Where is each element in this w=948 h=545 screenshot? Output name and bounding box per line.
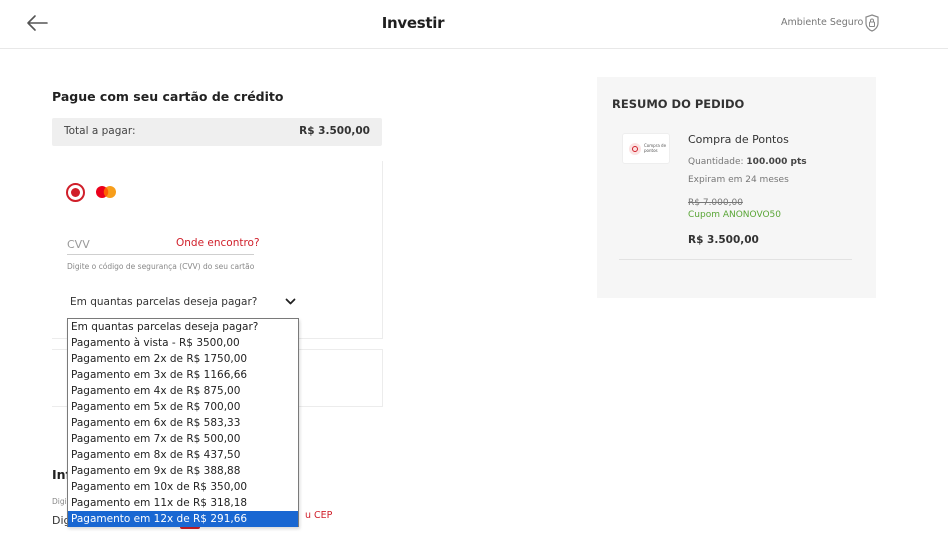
original-price: R$ 7.000,00 [688, 198, 743, 208]
summary-divider [619, 259, 852, 260]
installment-option[interactable]: Pagamento em 7x de R$ 500,00 [68, 431, 298, 447]
info-field-label: Digi [52, 497, 67, 506]
product-name: Compra de Pontos [688, 133, 789, 146]
total-to-pay-bar: Total a pagar: R$ 3.500,00 [52, 118, 382, 146]
thumbnail-text: Compra de pontos [644, 143, 667, 153]
secure-environment-label: Ambiente Seguro [781, 17, 864, 28]
final-price: R$ 3.500,00 [688, 234, 759, 246]
installment-option[interactable]: Pagamento em 9x de R$ 388,88 [68, 463, 298, 479]
installment-option[interactable]: Pagamento em 10x de R$ 350,00 [68, 479, 298, 495]
installment-option[interactable]: Pagamento em 8x de R$ 437,50 [68, 447, 298, 463]
top-header: Investir Ambiente Seguro [0, 0, 948, 49]
installment-option[interactable]: Pagamento em 12x de R$ 291,66 [68, 511, 298, 527]
total-label: Total a pagar: [64, 125, 136, 137]
installment-option[interactable]: Pagamento em 2x de R$ 1750,00 [68, 351, 298, 367]
order-summary-panel: RESUMO DO PEDIDO Compra de pontos Compra… [597, 77, 876, 298]
lock-icon [865, 14, 879, 32]
coupon-label: Cupom ANONOVO50 [688, 210, 782, 220]
installment-option[interactable]: Pagamento em 3x de R$ 1166,66 [68, 367, 298, 383]
installment-option[interactable]: Pagamento em 11x de R$ 318,18 [68, 495, 298, 511]
installment-option[interactable]: Pagamento em 5x de R$ 700,00 [68, 399, 298, 415]
cvv-help-link[interactable]: Onde encontro? [176, 237, 260, 249]
total-value: R$ 3.500,00 [299, 125, 370, 137]
quantity-line: Quantidade: 100.000 pts [688, 157, 807, 167]
find-cep-link[interactable]: u CEP [305, 510, 332, 521]
installments-dropdown-list[interactable]: Em quantas parcelas deseja pagar? Pagamen… [67, 318, 299, 527]
order-summary-title: RESUMO DO PEDIDO [612, 97, 745, 111]
installments-select-value: Em quantas parcelas deseja pagar? [70, 296, 258, 308]
expiration-text: Expiram em 24 meses [688, 175, 789, 185]
quantity-value: 100.000 pts [746, 157, 807, 167]
product-thumbnail: Compra de pontos [622, 133, 670, 164]
card-radio-button[interactable] [66, 183, 85, 202]
installment-option[interactable]: Pagamento em 4x de R$ 875,00 [68, 383, 298, 399]
installment-option[interactable]: Pagamento em 6x de R$ 583,33 [68, 415, 298, 431]
mastercard-icon [96, 186, 116, 198]
chevron-down-icon [285, 298, 296, 305]
installment-option[interactable]: Pagamento à vista - R$ 3500,00 [68, 335, 298, 351]
quantity-label: Quantidade: [688, 157, 744, 167]
installment-option[interactable]: Em quantas parcelas deseja pagar? [68, 319, 298, 335]
installments-select[interactable]: Em quantas parcelas deseja pagar? [67, 294, 299, 314]
payment-section-title: Pague com seu cartão de crédito [52, 89, 284, 104]
cvv-hint-text: Digite o código de segurança (CVV) do se… [67, 262, 255, 271]
points-logo-icon [629, 143, 641, 155]
page-title: Investir [381, 14, 445, 32]
